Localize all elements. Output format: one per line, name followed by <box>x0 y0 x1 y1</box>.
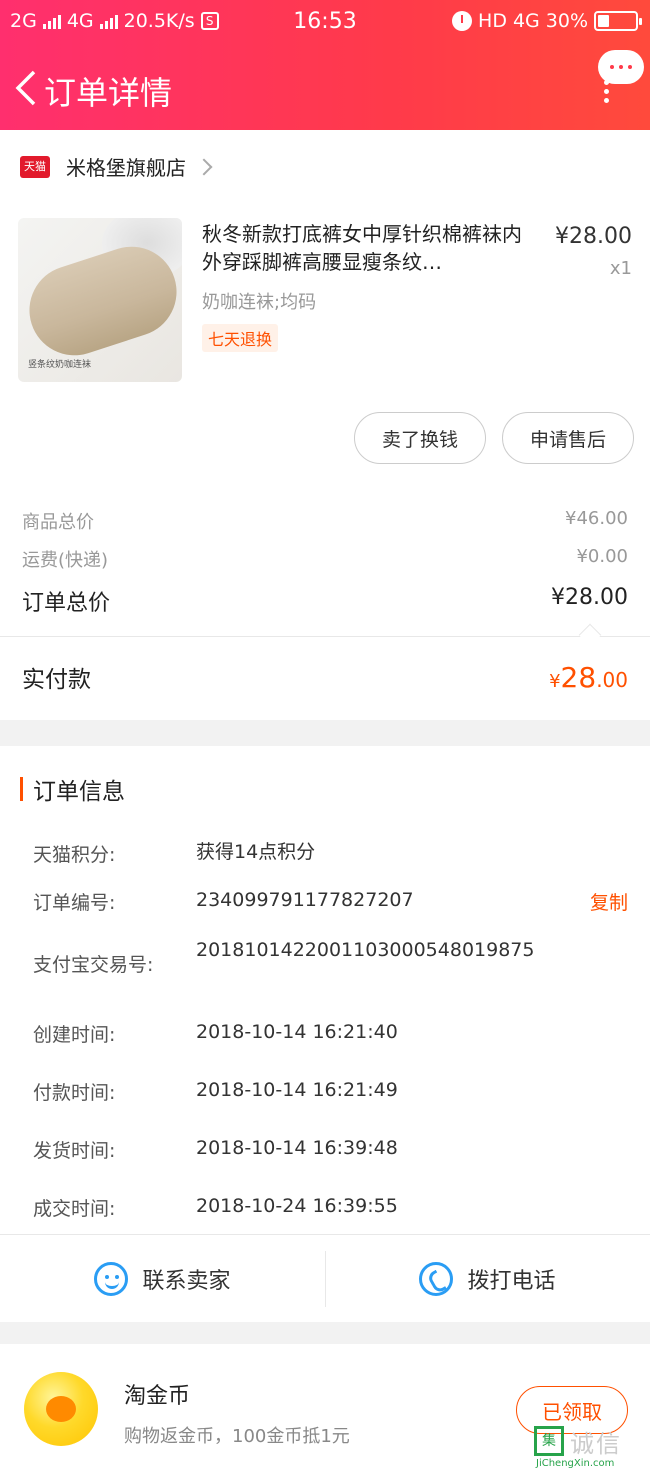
nav-bar: 订单详情 <box>0 50 650 126</box>
divider <box>0 636 650 637</box>
order-total-label: 订单总价 <box>22 591 111 616</box>
paid-decimal: .00 <box>596 668 628 692</box>
back-arrow-icon[interactable] <box>14 70 42 106</box>
tmall-icon: 天猫 <box>20 155 50 178</box>
return-policy-tag: 七天退换 <box>202 324 279 352</box>
info-value: 234099791177827207 <box>196 889 414 911</box>
sell-button[interactable]: 卖了换钱 <box>354 412 486 464</box>
watermark-text: 诚信 <box>570 1430 622 1458</box>
message-bubble-icon[interactable] <box>598 50 644 84</box>
battery-fill <box>598 15 609 27</box>
shipping-value: ¥0.00 <box>576 546 628 567</box>
dot <box>628 65 632 69</box>
product-quantity: x1 <box>609 258 632 279</box>
battery-percent: 30% <box>545 10 588 32</box>
gold-coin-icon <box>24 1372 98 1446</box>
goods-total-label: 商品总价 <box>22 512 94 533</box>
app-header: 2G 4G 20.5K/s S 16:53 HD 4G 30% 订单详情 <box>0 0 650 130</box>
paid-value: ¥28.00 <box>549 661 628 694</box>
order-info-title: 订单信息 <box>33 779 125 805</box>
product-image[interactable]: 竖条纹奶咖连袜 <box>18 218 182 382</box>
status-right: HD 4G 30% <box>452 10 642 32</box>
image-caption: 竖条纹奶咖连袜 <box>28 360 92 370</box>
more-vertical-icon[interactable] <box>602 80 612 104</box>
info-key: 订单编号: <box>33 892 116 914</box>
alarm-icon <box>452 11 473 31</box>
site-watermark: 集 诚信 JiChengXin.com <box>532 1422 648 1470</box>
caret-up-icon <box>578 623 602 647</box>
phone-icon <box>419 1262 454 1296</box>
info-value: 2018-10-24 16:39:55 <box>196 1195 398 1217</box>
order-info-header: 订单信息 <box>20 772 125 806</box>
product-price: ¥28.00 <box>555 224 632 249</box>
call-phone-label: 拨打电话 <box>467 1269 556 1294</box>
battery-icon <box>594 11 642 31</box>
watermark-logo-icon: 集 <box>534 1426 564 1456</box>
goods-total-value: ¥46.00 <box>565 508 628 529</box>
paid-row: 实付款 ¥28.00 <box>22 660 628 694</box>
dot <box>619 65 623 69</box>
chat-smile-icon <box>94 1262 129 1296</box>
info-key: 成交时间: <box>33 1198 116 1220</box>
hd-label: HD <box>478 10 507 32</box>
paid-currency: ¥ <box>549 671 561 692</box>
order-total-value: ¥28.00 <box>551 585 628 610</box>
page-title: 订单详情 <box>44 74 173 112</box>
paid-label: 实付款 <box>22 667 91 693</box>
store-link[interactable]: 天猫 米格堡旗舰店 <box>20 152 213 181</box>
network-4g-label-right: 4G <box>512 10 540 32</box>
info-key: 天猫积分: <box>33 844 116 866</box>
product-sku: 奶咖连袜;均码 <box>202 292 317 313</box>
coin-description: 购物返金币，100金币抵1元 <box>124 1426 350 1447</box>
info-value: 2018-10-14 16:21:49 <box>196 1079 398 1101</box>
copy-button[interactable]: 复制 <box>590 888 628 915</box>
contact-seller-button[interactable]: 联系卖家 <box>0 1235 325 1323</box>
info-key: 支付宝交易号: <box>33 954 154 976</box>
status-bar: 2G 4G 20.5K/s S 16:53 HD 4G 30% <box>0 0 650 44</box>
product-roll <box>18 235 182 367</box>
call-phone-button[interactable]: 拨打电话 <box>325 1235 650 1323</box>
info-key: 发货时间: <box>33 1140 116 1162</box>
info-value: 2018-10-14 16:21:40 <box>196 1021 398 1043</box>
chevron-right-icon <box>195 158 213 175</box>
after-sale-button[interactable]: 申请售后 <box>502 412 634 464</box>
paid-integer: 28 <box>560 661 597 694</box>
info-key: 创建时间: <box>33 1024 116 1046</box>
info-value: 2018101422001103000548019875 <box>196 939 535 961</box>
order-total-row: 订单总价 ¥28.00 <box>22 585 628 617</box>
coin-title: 淘金币 <box>124 1384 191 1409</box>
section-accent-bar <box>20 777 23 801</box>
shipping-row: 运费(快递) ¥0.00 <box>22 546 628 572</box>
product-title[interactable]: 秋冬新款打底裤女中厚针织棉裤袜内外穿踩脚裤高腰显瘦条纹… <box>202 220 532 276</box>
shipping-label: 运费(快递) <box>22 550 109 571</box>
watermark-url: JiChengXin.com <box>536 1458 615 1469</box>
info-value: 获得14点积分 <box>196 841 316 863</box>
contact-seller-label: 联系卖家 <box>142 1269 231 1294</box>
store-name[interactable]: 米格堡旗舰店 <box>66 152 186 181</box>
order-info-card: 订单信息 天猫积分: 获得14点积分 订单编号: 234099791177827… <box>0 746 650 1234</box>
info-value: 2018-10-14 16:39:48 <box>196 1137 398 1159</box>
info-key: 付款时间: <box>33 1082 116 1104</box>
dot <box>610 65 614 69</box>
goods-total-row: 商品总价 ¥46.00 <box>22 508 628 534</box>
contact-bar: 联系卖家 拨打电话 <box>0 1234 650 1322</box>
order-store-card: 天猫 米格堡旗舰店 竖条纹奶咖连袜 秋冬新款打底裤女中厚针织棉裤袜内外穿踩脚裤高… <box>0 130 650 720</box>
